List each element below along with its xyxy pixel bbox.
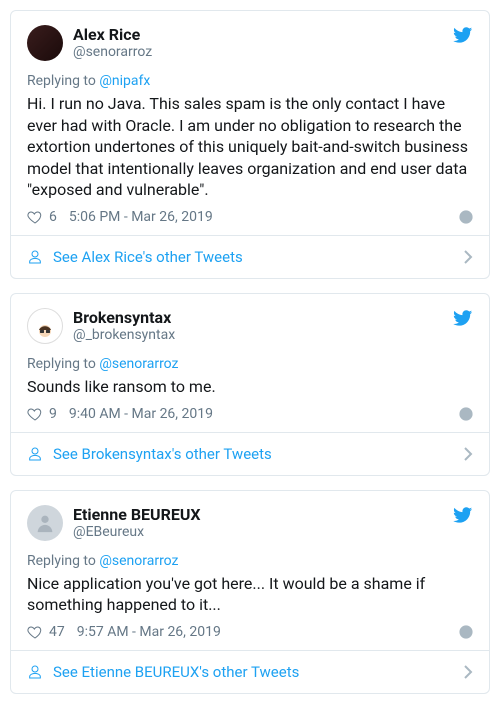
tweet-body: Alex Rice @senorarroz Replying to @nipaf… bbox=[11, 11, 489, 235]
twitter-bird-icon[interactable] bbox=[453, 505, 473, 525]
meta-row: 6 5:06 PM - Mar 26, 2019 bbox=[27, 209, 473, 225]
see-more-label: See Brokensyntax's other Tweets bbox=[53, 445, 272, 463]
reply-mention[interactable]: @senorarroz bbox=[99, 356, 178, 372]
avatar[interactable] bbox=[27, 505, 63, 541]
twitter-bird-icon[interactable] bbox=[453, 308, 473, 328]
see-other-tweets-link[interactable]: See Alex Rice's other Tweets bbox=[11, 235, 489, 278]
person-icon bbox=[27, 664, 43, 680]
see-more-label: See Alex Rice's other Tweets bbox=[53, 248, 243, 266]
see-other-tweets-link[interactable]: See Etienne BEUREUX's other Tweets bbox=[11, 650, 489, 693]
handle: @senorarroz bbox=[73, 44, 152, 61]
like-count: 47 bbox=[49, 624, 65, 640]
info-icon[interactable] bbox=[459, 210, 473, 224]
reply-mention[interactable]: @senorarroz bbox=[99, 553, 178, 569]
like-button[interactable]: 9 bbox=[27, 406, 69, 422]
display-name: Alex Rice bbox=[73, 25, 152, 44]
reply-prefix: Replying to bbox=[27, 73, 99, 89]
timestamp[interactable]: 5:06 PM - Mar 26, 2019 bbox=[69, 209, 213, 225]
tweet-card: Etienne BEUREUX @EBeureux Replying to @s… bbox=[10, 490, 490, 694]
timestamp[interactable]: 9:40 AM - Mar 26, 2019 bbox=[69, 406, 213, 422]
chevron-right-icon bbox=[463, 250, 473, 264]
tweet-header: Etienne BEUREUX @EBeureux bbox=[27, 505, 473, 541]
tweet-text: Sounds like ransom to me. bbox=[27, 376, 473, 398]
author-block[interactable]: Alex Rice @senorarroz bbox=[73, 25, 152, 61]
tweet-text: Nice application you've got here... It w… bbox=[27, 573, 473, 616]
chevron-right-icon bbox=[463, 447, 473, 461]
tweet-text: Hi. I run no Java. This sales spam is th… bbox=[27, 93, 473, 201]
reply-mention[interactable]: @nipafx bbox=[99, 73, 150, 89]
chevron-right-icon bbox=[463, 665, 473, 679]
heart-icon bbox=[27, 624, 43, 640]
see-other-tweets-link[interactable]: See Brokensyntax's other Tweets bbox=[11, 432, 489, 475]
twitter-bird-icon[interactable] bbox=[453, 25, 473, 45]
like-button[interactable]: 47 bbox=[27, 624, 77, 640]
meta-row: 9 9:40 AM - Mar 26, 2019 bbox=[27, 406, 473, 422]
handle: @_brokensyntax bbox=[73, 327, 175, 344]
reply-prefix: Replying to bbox=[27, 356, 99, 372]
avatar[interactable] bbox=[27, 308, 63, 344]
tweet-header: Alex Rice @senorarroz bbox=[27, 25, 473, 61]
person-icon bbox=[27, 249, 43, 265]
meta-row: 47 9:57 AM - Mar 26, 2019 bbox=[27, 624, 473, 640]
like-count: 6 bbox=[49, 209, 57, 225]
info-icon[interactable] bbox=[459, 407, 473, 421]
reply-line: Replying to @senorarroz bbox=[27, 553, 473, 569]
heart-icon bbox=[27, 406, 43, 422]
tweet-card: Alex Rice @senorarroz Replying to @nipaf… bbox=[10, 10, 490, 279]
heart-icon bbox=[27, 209, 43, 225]
person-icon bbox=[27, 446, 43, 462]
tweet-body: Etienne BEUREUX @EBeureux Replying to @s… bbox=[11, 491, 489, 650]
like-button[interactable]: 6 bbox=[27, 209, 69, 225]
display-name: Etienne BEUREUX bbox=[73, 505, 201, 524]
like-count: 9 bbox=[49, 406, 57, 422]
tweet-body: Brokensyntax @_brokensyntax Replying to … bbox=[11, 294, 489, 432]
author-block[interactable]: Etienne BEUREUX @EBeureux bbox=[73, 505, 201, 541]
author-block[interactable]: Brokensyntax @_brokensyntax bbox=[73, 308, 175, 344]
handle: @EBeureux bbox=[73, 524, 201, 541]
info-icon[interactable] bbox=[459, 625, 473, 639]
see-more-label: See Etienne BEUREUX's other Tweets bbox=[53, 663, 299, 681]
timestamp[interactable]: 9:57 AM - Mar 26, 2019 bbox=[77, 624, 221, 640]
reply-line: Replying to @senorarroz bbox=[27, 356, 473, 372]
tweet-header: Brokensyntax @_brokensyntax bbox=[27, 308, 473, 344]
display-name: Brokensyntax bbox=[73, 308, 175, 327]
reply-prefix: Replying to bbox=[27, 553, 99, 569]
tweet-card: Brokensyntax @_brokensyntax Replying to … bbox=[10, 293, 490, 476]
avatar[interactable] bbox=[27, 25, 63, 61]
reply-line: Replying to @nipafx bbox=[27, 73, 473, 89]
